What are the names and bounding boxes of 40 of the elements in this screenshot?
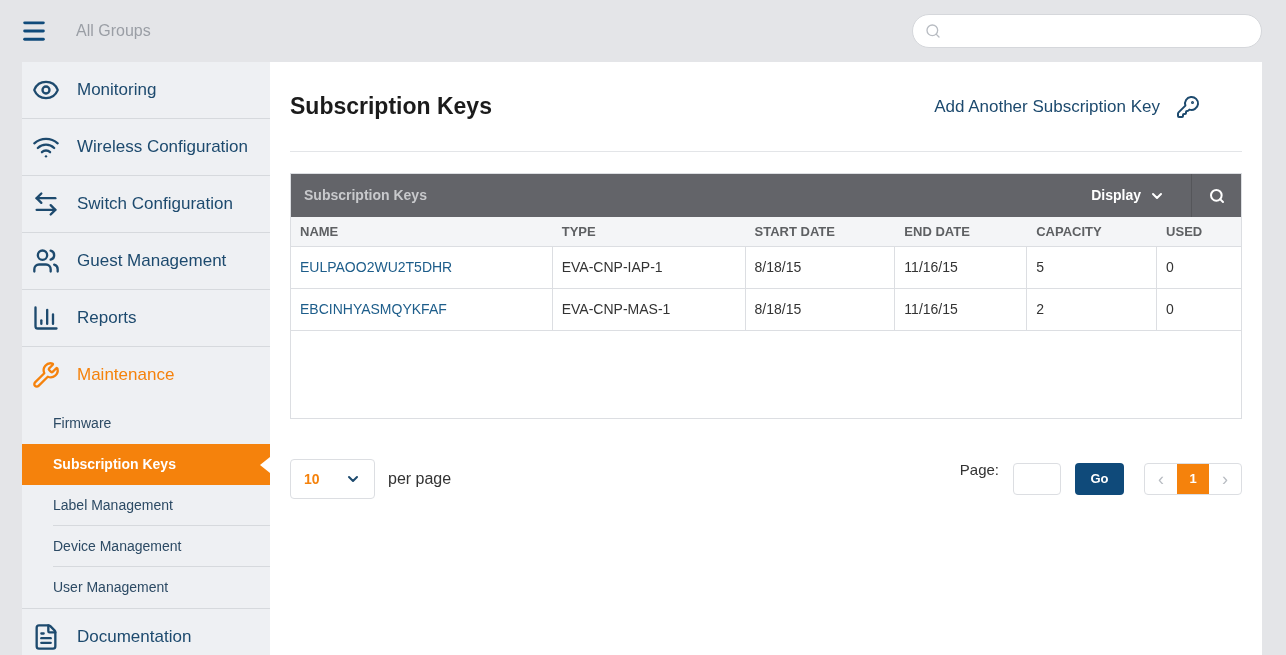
search-icon [925, 23, 941, 39]
table-title: Subscription Keys [304, 186, 427, 205]
column-header: TYPE [561, 222, 596, 241]
page-label: Page: [959, 460, 999, 480]
nav-item[interactable]: Reports [22, 290, 270, 346]
go-button[interactable]: Go [1075, 463, 1124, 495]
table-cell-text: 0 [1166, 258, 1174, 277]
table-cell-text: EVA-CNP-MAS-1 [561, 300, 671, 319]
per-page-label: per page [388, 469, 452, 489]
key-link[interactable]: EBCINHYASMQYKFAF [300, 299, 447, 320]
key-link[interactable]: EULPAOO2WU2T5DHR [300, 257, 453, 278]
nav-item[interactable]: Wireless Configuration [22, 119, 270, 175]
column-header: START DATE [754, 222, 835, 241]
column-header: CAPACITY [1036, 222, 1102, 241]
table-cell-text: 8/18/15 [754, 300, 802, 319]
bar-chart-icon [32, 304, 60, 332]
table-cell-text: 2 [1036, 300, 1044, 319]
add-key-link[interactable]: Add Another Subscription Key [934, 93, 1200, 120]
nav-item[interactable]: Switch Configuration [22, 176, 270, 232]
search-field[interactable] [912, 14, 1262, 48]
column-header: USED [1166, 222, 1203, 241]
table-cell-text: 11/16/15 [904, 258, 958, 277]
search-icon [1208, 187, 1225, 204]
column-header: END DATE [904, 222, 970, 241]
table-cell-text: 11/16/15 [904, 300, 958, 319]
wrench-icon [32, 361, 60, 389]
column-header: NAME [300, 222, 339, 241]
nav-subitem[interactable]: Firmware [53, 403, 270, 444]
table-cell-text: 5 [1036, 258, 1044, 277]
display-button[interactable]: Display [1091, 174, 1191, 217]
page-title: Subscription Keys [290, 92, 492, 122]
table-cell-text: EVA-CNP-IAP-1 [561, 258, 663, 277]
page-input-field[interactable] [1013, 463, 1061, 495]
nav-item[interactable]: Guest Management [22, 233, 270, 289]
nav-item[interactable]: Monitoring [22, 62, 270, 118]
nav-item[interactable]: Documentation [22, 609, 270, 655]
table-cell-text: 8/18/15 [754, 258, 802, 277]
table-cell-text: 0 [1166, 300, 1174, 319]
nav-subitem[interactable]: User Management [53, 567, 270, 608]
people-icon [32, 247, 60, 275]
